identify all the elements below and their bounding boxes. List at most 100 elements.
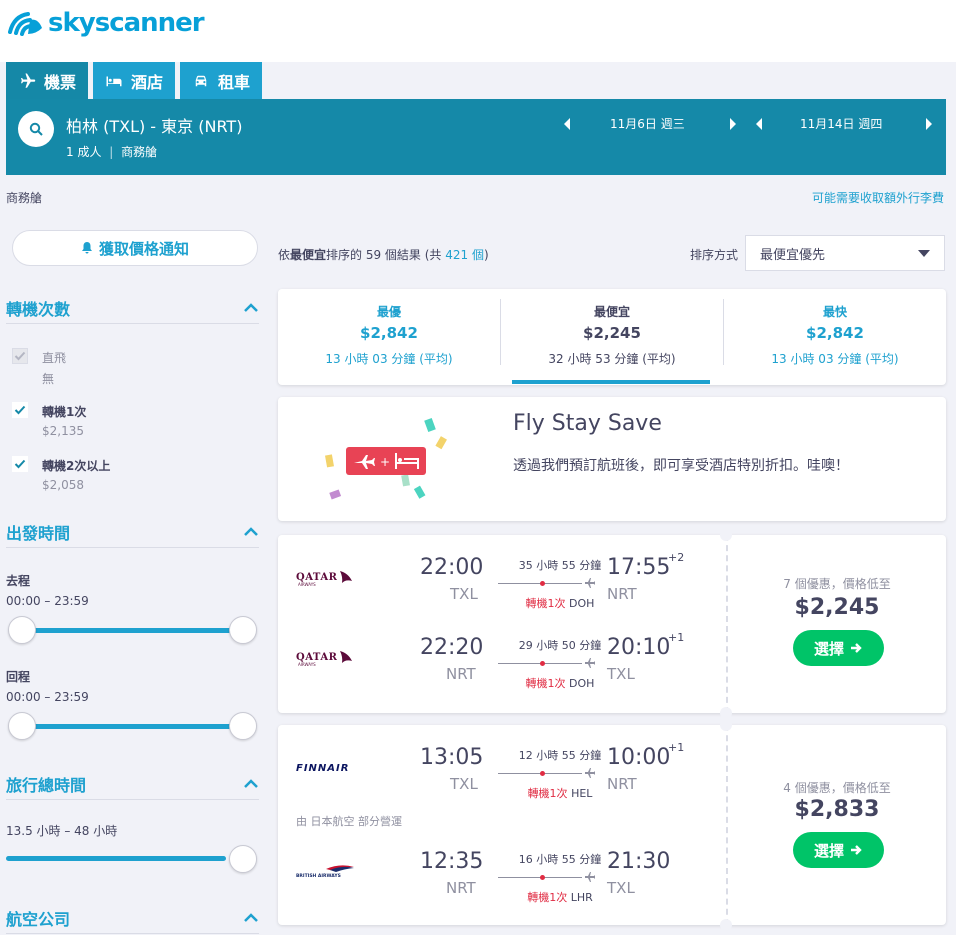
return-leg[interactable]: QATAR AIRWAYS 22:20 NRT 29 小時 50 分鐘 轉機1次… <box>278 625 726 690</box>
select-button[interactable]: 選擇 <box>793 630 884 666</box>
fly-stay-save-banner[interactable]: + Fly Stay Save 透過我們預訂航班後，即可享受酒店特別折扣。哇噢！ <box>278 397 946 521</box>
outbound-slider-max-handle[interactable] <box>229 616 257 644</box>
sort-tab-fastest-price: $2,842 <box>806 324 864 342</box>
airlines-section-header[interactable]: 航空公司 <box>6 902 259 934</box>
flight-plus-hotel-icon: + <box>325 417 447 500</box>
search-summary-bar: 柏林 (TXL) - 東京 (NRT) 1 成人 | 商務艙 11月6日 週三 … <box>6 99 946 175</box>
stops-section-header[interactable]: 轉機次數 <box>6 292 259 324</box>
active-tab-underline <box>512 380 710 384</box>
return-date[interactable]: 11月14日 週四 <box>800 115 924 132</box>
card-notch <box>720 707 732 719</box>
plane-icon <box>585 578 595 588</box>
outbound-label: 去程 <box>6 574 31 588</box>
sort-tab-cheapest-duration: 32 小時 53 分鐘 (平均) <box>548 352 676 366</box>
outbound-leg[interactable]: FINNAIR 13:05 TXL 12 小時 55 分鐘 轉機1次 HEL 1… <box>278 735 726 800</box>
top-bar: skyscanner <box>0 0 956 62</box>
departure-airport: NRT <box>446 879 476 897</box>
arrow-right-icon <box>851 643 862 653</box>
duration-slider-handle[interactable] <box>229 845 257 873</box>
return-slider-min-handle[interactable] <box>8 712 36 740</box>
arrival-time: 10:00 <box>607 745 671 770</box>
itinerary-card[interactable]: QATAR AIRWAYS 22:00 TXL 35 小時 55 分鐘 轉機1次… <box>278 529 946 719</box>
depart-date[interactable]: 11月6日 週三 <box>610 115 728 132</box>
tab-hotels[interactable]: 酒店 <box>93 62 176 99</box>
svg-text:AIRWAYS: AIRWAYS <box>298 662 316 667</box>
duration-slider-track[interactable] <box>6 856 226 861</box>
svg-text:AIRWAYS: AIRWAYS <box>298 582 316 587</box>
sort-tab-fastest[interactable]: 最快 $2,842 13 小時 03 分鐘 (平均) <box>723 299 946 366</box>
skyscanner-logo[interactable]: skyscanner <box>6 6 205 40</box>
return-leg[interactable]: BRITISH AIRWAYS 12:35 NRT 16 小時 55 分鐘 轉機… <box>278 839 726 904</box>
next-depart-date-icon[interactable] <box>728 117 738 131</box>
prev-depart-date-icon[interactable] <box>562 117 572 131</box>
tab-flights-label: 機票 <box>44 72 77 92</box>
card-notch <box>720 719 732 731</box>
direct-checkbox[interactable] <box>12 348 28 364</box>
brand-name: skyscanner <box>48 8 205 38</box>
return-slider-track[interactable] <box>22 724 242 729</box>
itinerary-card[interactable]: FINNAIR 13:05 TXL 12 小時 55 分鐘 轉機1次 HEL 1… <box>278 719 946 931</box>
chevron-up-icon <box>244 912 258 922</box>
departure-time: 22:20 <box>420 635 484 660</box>
departure-times-title: 出發時間 <box>6 523 71 543</box>
sort-tabs: 最優 $2,842 13 小時 03 分鐘 (平均) 最便宜 $2,245 32… <box>278 289 946 385</box>
edit-search-button[interactable] <box>18 111 54 147</box>
next-return-date-icon[interactable] <box>924 117 934 131</box>
plane-icon <box>585 872 595 882</box>
deals-count: 4 個優惠，價格低至 <box>783 781 891 795</box>
one-stop-checkbox[interactable] <box>12 402 28 418</box>
duration-section-header[interactable]: 旅行總時間 <box>6 768 259 800</box>
arrow-right-icon <box>851 845 862 855</box>
promo-title: Fly Stay Save <box>513 411 662 436</box>
sort-label: 排序方式 <box>690 248 739 262</box>
price-alert-button[interactable]: 獲取價格通知 <box>12 230 258 266</box>
tab-car-hire[interactable]: 租車 <box>180 62 263 99</box>
return-date-control: 11月14日 週四 <box>754 115 934 132</box>
promo-text: 透過我們預訂航班後，即可享受酒店特別折扣。哇噢！ <box>513 458 849 474</box>
stop-info: 轉機1次 HEL <box>500 785 620 801</box>
arrival-time: 20:10 <box>607 635 671 660</box>
chevron-up-icon <box>244 526 258 536</box>
search-icon <box>29 122 43 136</box>
route-text[interactable]: 柏林 (TXL) - 東京 (NRT) <box>66 113 242 137</box>
passenger-cabin[interactable]: 1 成人 | 商務艙 <box>66 143 157 160</box>
select-button-label: 選擇 <box>813 841 844 860</box>
two-plus-stops-label: 轉機2次以上 <box>42 459 111 473</box>
two-plus-stops-checkbox[interactable] <box>12 456 28 472</box>
outbound-slider-min-handle[interactable] <box>8 616 36 644</box>
sort-tab-best[interactable]: 最優 $2,842 13 小時 03 分鐘 (平均) <box>278 289 500 385</box>
results-sort-word: 最便宜 <box>290 248 327 262</box>
british-airways-logo: BRITISH AIRWAYS <box>296 865 354 879</box>
outbound-slider-track[interactable] <box>22 628 242 633</box>
results-prefix: 依 <box>278 248 291 262</box>
card-divider <box>726 535 728 713</box>
via-airport: DOH <box>569 597 595 610</box>
car-icon <box>195 75 207 86</box>
sort-dropdown[interactable]: 最便宜優先 <box>745 235 945 271</box>
outbound-leg[interactable]: QATAR AIRWAYS 22:00 TXL 35 小時 55 分鐘 轉機1次… <box>278 545 726 610</box>
svg-text:FINNAIR: FINNAIR <box>296 763 349 774</box>
results-middle: 排序的 59 個結果 (共 <box>326 248 446 262</box>
baggage-fee-link[interactable]: 可能需要收取額外行李費 <box>812 189 944 206</box>
stop-dot <box>540 875 545 880</box>
sort-tab-cheapest[interactable]: 最便宜 $2,245 32 小時 53 分鐘 (平均) <box>500 299 723 366</box>
select-button[interactable]: 選擇 <box>793 832 884 868</box>
svg-text:+: + <box>380 455 390 469</box>
stops-count: 轉機1次 <box>527 891 568 904</box>
results-total-link[interactable]: 421 個 <box>445 248 484 262</box>
return-slider-max-handle[interactable] <box>229 712 257 740</box>
arrival-time: 17:55 <box>607 555 671 580</box>
tab-flights[interactable]: 機票 <box>6 62 89 99</box>
deals-count: 7 個優惠，價格低至 <box>783 577 891 591</box>
via-airport: LHR <box>570 891 593 904</box>
departure-times-section-header[interactable]: 出發時間 <box>6 516 259 548</box>
filters-sidebar: 獲取價格通知 轉機次數 直飛 無 轉機1次 $2,135 轉機2次以上 $2,0… <box>0 218 270 935</box>
stop-info: 轉機1次 DOH <box>500 595 620 611</box>
results-suffix: ) <box>483 248 489 262</box>
arrival-airport: TXL <box>607 879 635 897</box>
prev-return-date-icon[interactable] <box>754 117 764 131</box>
sort-tab-best-duration: 13 小時 03 分鐘 (平均) <box>325 352 453 366</box>
departure-airport: TXL <box>450 585 478 603</box>
price-alert-label: 獲取價格通知 <box>98 239 189 258</box>
day-offset: +2 <box>668 551 685 564</box>
